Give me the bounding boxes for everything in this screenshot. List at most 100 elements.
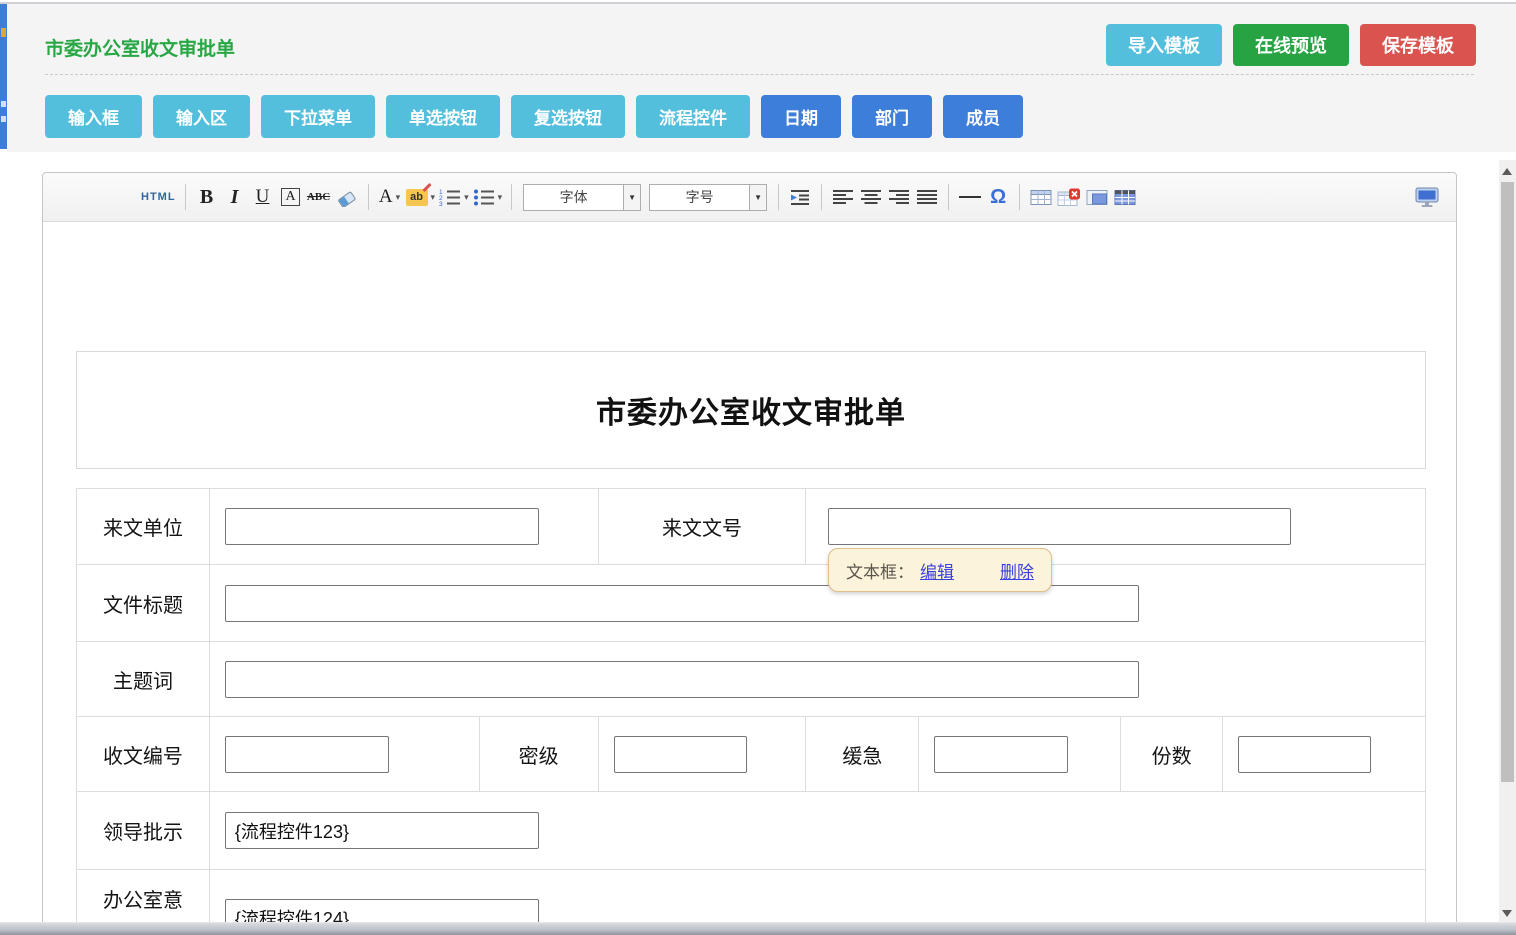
rich-text-editor: HTML B I U A ABC A▾ ab ▾ 123 ▾ ▾ [42,172,1457,935]
widget-button-checkbox[interactable]: 复选按钮 [511,95,625,138]
table-row: 文件标题 [77,565,1426,642]
secrecy-level-cell [599,717,807,792]
chevron-down-icon: ▾ [431,192,436,203]
delete-link[interactable]: 删除 [1000,558,1034,583]
delete-table-icon[interactable] [1057,182,1081,212]
indent-icon[interactable] [788,182,812,212]
underline-icon[interactable]: U [251,182,275,212]
receipt-number-input[interactable] [225,736,389,773]
left-strip-mark [1,101,6,107]
widget-button-dropdown[interactable]: 下拉菜单 [261,95,375,138]
urgency-input[interactable] [934,736,1068,773]
italic-icon[interactable]: I [223,182,247,212]
widget-toolbar: 输入框 输入区 下拉菜单 单选按钮 复选按钮 流程控件 日期 部门 成员 [45,95,1023,138]
form-title: 市委办公室收文审批单 [596,388,906,432]
table-row: 来文单位 来文文号 [77,489,1426,565]
table-cell-properties-icon[interactable] [1085,182,1109,212]
ordered-list-icon[interactable]: 123 ▾ [439,182,469,212]
receipt-number-label: 收文编号 [77,717,210,792]
toolbar-separator [821,184,822,210]
leader-instructions-input[interactable] [225,812,539,849]
scroll-up-icon[interactable] [1502,168,1512,175]
chevron-down-icon: ▾ [396,192,401,203]
editor-content[interactable]: 市委办公室收文审批单 来文单位 来文文号 文件标题 [43,223,1456,934]
subject-words-input[interactable] [225,661,1139,698]
font-family-select[interactable]: 字体 ▼ [523,184,641,211]
urgency-cell [919,717,1121,792]
character-border-icon[interactable]: A [281,188,299,206]
special-character-icon[interactable]: Ω [986,182,1010,212]
edit-link[interactable]: 编辑 [920,558,954,583]
document-title-label: 文件标题 [77,565,210,642]
strikethrough-icon[interactable]: ABC [307,182,331,212]
copies-cell [1223,717,1426,792]
leader-instructions-cell [210,792,1426,870]
fullscreen-icon[interactable] [1414,182,1440,212]
align-center-icon[interactable] [859,182,883,212]
table-row: 领导批示 [77,792,1426,870]
document-number-label: 来文文号 [599,489,807,565]
template-actions: 导入模板 在线预览 保存模板 [1106,24,1476,66]
vertical-scrollbar[interactable] [1499,160,1516,935]
widget-button-date[interactable]: 日期 [761,95,841,138]
widget-button-member[interactable]: 成员 [943,95,1023,138]
toolbar-separator [368,184,369,210]
widget-button-input-box[interactable]: 输入框 [45,95,142,138]
form-title-cell: 市委办公室收文审批单 [76,351,1426,469]
align-justify-icon[interactable] [915,182,939,212]
scroll-down-icon[interactable] [1502,910,1512,917]
document-number-input[interactable] [828,508,1291,545]
copies-label: 份数 [1121,717,1223,792]
page-title: 市委办公室收文审批单 [45,34,235,61]
source-unit-label: 来文单位 [77,489,210,565]
tooltip-label: 文本框： [846,558,914,583]
secrecy-level-input[interactable] [614,736,747,773]
scrollbar-thumb[interactable] [1501,182,1514,782]
widget-button-flow-control[interactable]: 流程控件 [636,95,750,138]
subject-words-label: 主题词 [77,642,210,717]
unordered-list-icon[interactable]: ▾ [473,182,503,212]
window-bottom-bar [0,922,1516,935]
html-source-icon[interactable]: HTML [141,182,176,212]
horizontal-rule-icon[interactable] [958,182,982,212]
form-table: 来文单位 来文文号 文件标题 [76,488,1426,934]
select-arrow-icon[interactable]: ▼ [623,185,640,210]
online-preview-button[interactable]: 在线预览 [1233,24,1349,66]
insert-table-icon[interactable] [1029,182,1053,212]
toolbar-separator [1019,184,1020,210]
document-title-cell [210,565,1426,642]
textbox-context-tooltip: 文本框： 编辑 删除 [828,548,1052,592]
font-color-icon[interactable]: A▾ [378,182,402,212]
widget-button-radio[interactable]: 单选按钮 [386,95,500,138]
font-size-select[interactable]: 字号 ▼ [649,184,767,211]
subject-words-cell [210,642,1426,717]
receipt-number-cell [210,717,480,792]
pencil-icon [422,182,431,191]
widget-button-textarea[interactable]: 输入区 [153,95,250,138]
align-right-icon[interactable] [887,182,911,212]
source-unit-cell [210,489,599,565]
source-unit-input[interactable] [225,508,539,545]
chevron-down-icon: ▾ [464,192,469,203]
widget-button-department[interactable]: 部门 [852,95,932,138]
select-arrow-icon[interactable]: ▼ [749,185,766,210]
table-properties-icon[interactable] [1113,182,1137,212]
remove-format-eraser-icon[interactable] [335,182,359,212]
toolbar-separator [778,184,779,210]
table-row: 收文编号 密级 缓急 份数 [77,717,1426,792]
urgency-label: 缓急 [806,717,919,792]
import-template-button[interactable]: 导入模板 [1106,24,1222,66]
left-strip-mark [1,116,6,122]
toolbar-separator [948,184,949,210]
align-left-icon[interactable] [831,182,855,212]
header-divider [45,74,1474,75]
svg-text:3: 3 [439,201,443,206]
leader-instructions-label: 领导批示 [77,792,210,870]
save-template-button[interactable]: 保存模板 [1360,24,1476,66]
copies-input[interactable] [1238,736,1371,773]
highlight-color-icon[interactable]: ab ▾ [406,182,436,212]
bold-icon[interactable]: B [195,182,219,212]
app-window: 市委办公室收文审批单 导入模板 在线预览 保存模板 输入框 输入区 下拉菜单 单… [0,0,1516,935]
left-edge-clipped-content [0,4,7,149]
secrecy-level-label: 密级 [480,717,599,792]
